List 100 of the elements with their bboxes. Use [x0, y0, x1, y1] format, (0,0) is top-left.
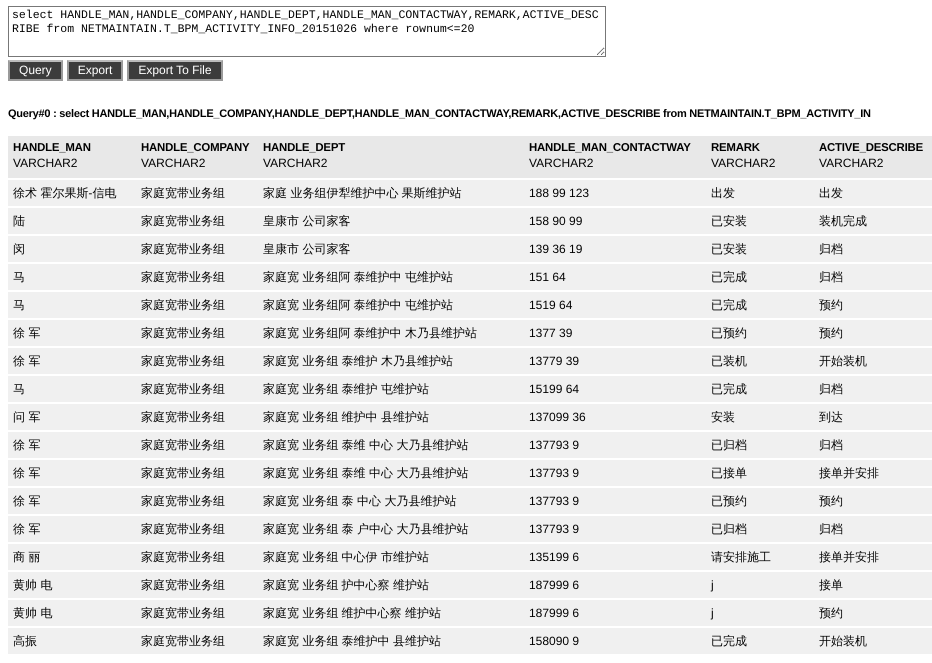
table-cell: 预约	[814, 600, 932, 628]
table-cell: 15199 64	[524, 376, 706, 404]
table-cell: 皇康市 公司家客	[258, 208, 524, 236]
action-button[interactable]: Export To File	[127, 60, 223, 81]
table-cell: 188 99 123	[524, 180, 706, 208]
table-cell: 已归档	[706, 516, 814, 544]
table-cell: 徐 军	[8, 348, 136, 376]
table-cell: 问 军	[8, 404, 136, 432]
sql-query-field[interactable]: select HANDLE_MAN,HANDLE_COMPANY,HANDLE_DEPT,HANDLE_MAN_CONTACTWAY,REMARK,ACTIVE_DESCRIBE from NETMAINTAIN.T_BPM_ACTIVITY_INFO_20151026 where rownum<=20	[8, 6, 606, 57]
table-cell: 马	[8, 292, 136, 320]
table-cell: 徐术 霍尔果斯-信电	[8, 180, 136, 208]
table-cell: 家庭宽 业务组 泰维 中心 大乃县维护站	[258, 432, 524, 460]
table-cell: 已完成	[706, 264, 814, 292]
table-cell: 家庭宽 业务组 维护中心察 维护站	[258, 600, 524, 628]
column-name: HANDLE_MAN	[13, 142, 91, 154]
table-cell: 家庭宽 业务组 泰 户中心 大乃县维护站	[258, 516, 524, 544]
table-cell: 家庭宽带业务组	[136, 488, 258, 516]
table-cell: 家庭宽 业务组阿 泰维护中 屯维护站	[258, 264, 524, 292]
table-cell: 家庭宽 业务组 泰维 中心 大乃县维护站	[258, 460, 524, 488]
table-cell: 137793 9	[524, 460, 706, 488]
table-cell: 158 90 99	[524, 208, 706, 236]
table-cell: 家庭宽 业务组 泰维护中 县维护站	[258, 628, 524, 656]
table-cell: 家庭宽带业务组	[136, 628, 258, 656]
table-cell: 1519 64	[524, 292, 706, 320]
table-cell: 家庭宽带业务组	[136, 432, 258, 460]
table-cell: 黄帅 电	[8, 572, 136, 600]
table-cell: 闵	[8, 236, 136, 264]
table-cell: 请安排施工	[706, 544, 814, 572]
table-cell: 徐 军	[8, 488, 136, 516]
table-cell: 徐 军	[8, 516, 136, 544]
column-type: VARCHAR2	[141, 156, 206, 170]
column-name: HANDLE_COMPANY	[141, 142, 250, 154]
table-cell: 151 64	[524, 264, 706, 292]
table-cell: 187999 6	[524, 572, 706, 600]
table-cell: 139 36 19	[524, 236, 706, 264]
table-cell: 家庭宽 业务组 泰维护 木乃县维护站	[258, 348, 524, 376]
table-cell: 已接单	[706, 460, 814, 488]
table-cell: 家庭宽带业务组	[136, 600, 258, 628]
table-cell: 归档	[814, 516, 932, 544]
action-button[interactable]: Query	[8, 60, 63, 81]
table-cell: 137793 9	[524, 516, 706, 544]
table-cell: 预约	[814, 292, 932, 320]
table-cell: 马	[8, 264, 136, 292]
table-cell: 徐 军	[8, 460, 136, 488]
table-cell: 家庭宽 业务组 护中心察 维护站	[258, 572, 524, 600]
table-cell: 马	[8, 376, 136, 404]
column-type: VARCHAR2	[263, 156, 328, 170]
table-cell: 家庭宽 业务组 泰 中心 大乃县维护站	[258, 488, 524, 516]
table-cell: 家庭宽带业务组	[136, 572, 258, 600]
table-cell: 陆	[8, 208, 136, 236]
table-cell: 家庭宽带业务组	[136, 404, 258, 432]
table-cell: 家庭宽带业务组	[136, 376, 258, 404]
table-cell: 家庭宽带业务组	[136, 292, 258, 320]
table-cell: 接单	[814, 572, 932, 600]
table-cell: 家庭宽带业务组	[136, 460, 258, 488]
column-type: VARCHAR2	[13, 156, 78, 170]
table-cell: 已预约	[706, 320, 814, 348]
table-cell: 家庭宽 业务组阿 泰维护中 木乃县维护站	[258, 320, 524, 348]
table-cell: 商 丽	[8, 544, 136, 572]
table-cell: 家庭宽 业务组 中心伊 市维护站	[258, 544, 524, 572]
table-cell: 家庭宽 业务组阿 泰维护中 屯维护站	[258, 292, 524, 320]
table-cell: 137793 9	[524, 488, 706, 516]
column-name: HANDLE_DEPT	[263, 142, 345, 154]
table-cell: 出发	[814, 180, 932, 208]
table-cell: 到达	[814, 404, 932, 432]
action-button[interactable]: Export	[66, 60, 124, 81]
table-cell: 1377 39	[524, 320, 706, 348]
table-cell: 158090 9	[524, 628, 706, 656]
table-cell: 家庭宽带业务组	[136, 180, 258, 208]
table-cell: 预约	[814, 488, 932, 516]
table-cell: 开始装机	[814, 348, 932, 376]
table-cell: 137099 36	[524, 404, 706, 432]
table-cell: 187999 6	[524, 600, 706, 628]
table-cell: 家庭宽带业务组	[136, 320, 258, 348]
table-cell: 已安装	[706, 236, 814, 264]
table-cell: 高振	[8, 628, 136, 656]
table-cell: 家庭宽 业务组 泰维护 屯维护站	[258, 376, 524, 404]
table-cell: 出发	[706, 180, 814, 208]
table-cell: 预约	[814, 320, 932, 348]
table-cell: 已安装	[706, 208, 814, 236]
table-cell: 家庭宽带业务组	[136, 348, 258, 376]
table-cell: 已完成	[706, 628, 814, 656]
table-cell: 家庭宽带业务组	[136, 544, 258, 572]
column-name: REMARK	[711, 142, 760, 154]
table-cell: 徐 军	[8, 320, 136, 348]
table-cell: 137793 9	[524, 432, 706, 460]
table-cell: 归档	[814, 236, 932, 264]
table-cell: 归档	[814, 264, 932, 292]
column-type: VARCHAR2	[819, 156, 884, 170]
table-cell: 135199 6	[524, 544, 706, 572]
table-cell: 已完成	[706, 292, 814, 320]
table-cell: 家庭宽带业务组	[136, 236, 258, 264]
table-cell: 归档	[814, 432, 932, 460]
table-cell: 家庭宽 业务组 维护中 县维护站	[258, 404, 524, 432]
table-cell: j	[706, 572, 814, 600]
table-cell: 徐 军	[8, 432, 136, 460]
table-cell: 家庭 业务组伊犁维护中心 果斯维护站	[258, 180, 524, 208]
column-name: ACTIVE_DESCRIBE	[819, 142, 923, 154]
table-cell: 家庭宽带业务组	[136, 208, 258, 236]
table-cell: 接单并安排	[814, 544, 932, 572]
